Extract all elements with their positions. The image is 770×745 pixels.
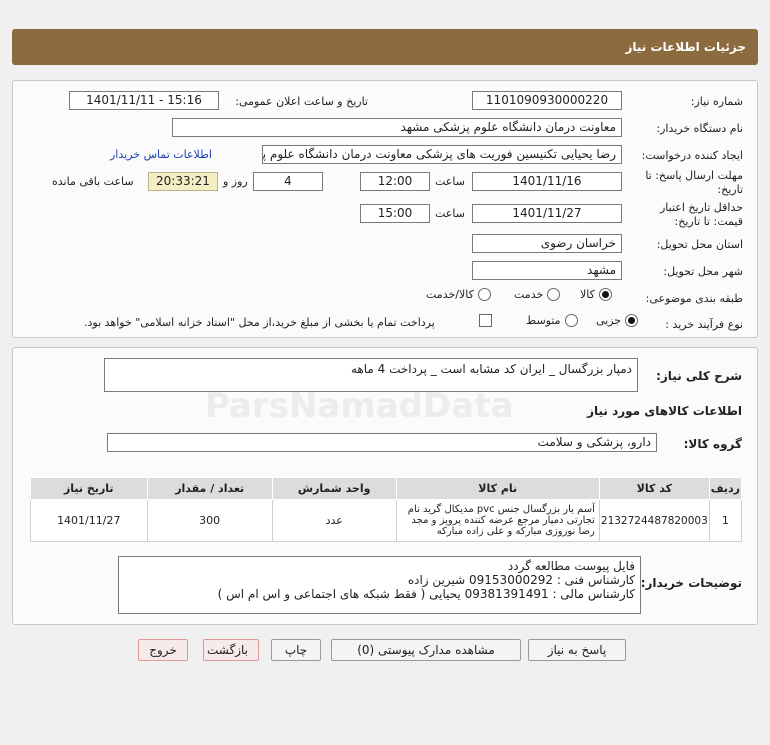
validity-date-field: 1401/11/27 — [472, 204, 622, 223]
need-description-label: شرح کلی نیاز: — [656, 369, 742, 383]
category-option-goods-service[interactable]: کالا/خدمت — [426, 288, 491, 301]
deadline-time-field: 12:00 — [360, 172, 430, 191]
goods-group-label: گروه کالا: — [683, 437, 742, 451]
reply-to-need-button[interactable]: پاسخ به نیاز — [528, 639, 626, 661]
radio-icon[interactable] — [564, 314, 578, 327]
need-description-field: دمپار بزرگسال _ ایران کد مشابه است _ پرد… — [104, 358, 638, 392]
notes-line: کارشناس فنی : 09153000292 شیرین زاده — [407, 573, 635, 587]
treasury-checkbox[interactable] — [479, 314, 492, 327]
remaining-time-field: 20:33:21 — [148, 172, 218, 191]
category-option-label: کالا/خدمت — [426, 288, 474, 301]
category-option-service[interactable]: خدمت — [514, 288, 561, 301]
cell-name: آسم یار بزرگسال جنس pvc مدیکال گرید نام … — [395, 499, 600, 542]
notes-line: کارشناس مالی : 09381391491 یحیایی ( فقط … — [217, 587, 635, 601]
cell-date: 1401/11/27 — [30, 499, 148, 542]
radio-selected-icon[interactable] — [598, 288, 612, 301]
col-qty: تعداد / مقدار — [146, 477, 273, 500]
radio-icon[interactable] — [477, 288, 491, 301]
page-title: جزئیات اطلاعات نیاز — [625, 40, 746, 54]
province-field: خراسان رضوی — [472, 234, 622, 253]
category-option-label: خدمت — [514, 288, 544, 301]
buyer-notes-field: فایل پیوست مطالعه گردد کارشناس فنی : 091… — [118, 556, 641, 614]
cell-row: 1 — [708, 499, 743, 542]
radio-icon[interactable] — [547, 288, 561, 301]
table-header-row: ردیف کد کالا نام کالا واحد شمارش تعداد /… — [30, 477, 743, 500]
creator-label: ایجاد کننده درخواست: — [641, 149, 743, 162]
col-unit: واحد شمارش — [271, 477, 397, 500]
col-date: تاریخ نیاز — [30, 477, 148, 500]
announce-label: تاریخ و ساعت اعلان عمومی: — [235, 95, 368, 108]
validity-label-1: حداقل تاریخ اعتبار — [659, 201, 743, 214]
cell-unit: عدد — [271, 499, 397, 542]
city-field: مشهد — [472, 261, 622, 280]
days-label: روز و — [223, 175, 248, 188]
print-button[interactable]: چاپ — [271, 639, 321, 661]
deadline-label-2: تاریخ: — [717, 183, 743, 196]
cell-code: 2132724487820003 — [598, 499, 710, 542]
city-label: شهر محل تحویل: — [663, 265, 743, 278]
view-attachments-button[interactable]: مشاهده مدارک پیوستی (0) — [331, 639, 521, 661]
category-label: طبقه بندی موضوعی: — [645, 292, 743, 305]
days-field: 4 — [253, 172, 323, 191]
col-name: نام کالا — [395, 477, 600, 500]
col-code: کد کالا — [598, 477, 710, 500]
buyer-field: معاونت درمان دانشگاه علوم پزشکی مشهد — [172, 118, 622, 137]
process-label: نوع فرآیند خرید : — [665, 318, 743, 331]
deadline-date-field: 1401/11/16 — [472, 172, 622, 191]
goods-group-field: دارو، پزشکی و سلامت — [107, 433, 657, 452]
remaining-label: ساعت باقی مانده — [52, 175, 134, 188]
deadline-label-1: مهلت ارسال پاسخ: تا — [645, 169, 743, 182]
buyer-notes-label: توضیحات خریدار: — [640, 576, 742, 590]
announce-field: 1401/11/11 - 15:16 — [69, 91, 219, 110]
table-row: 1 2132724487820003 آسم یار بزرگسال جنس p… — [30, 499, 743, 542]
back-button[interactable]: بازگشت — [203, 639, 259, 661]
radio-selected-icon[interactable] — [625, 314, 639, 327]
process-option-medium[interactable]: متوسط — [526, 314, 578, 327]
cell-qty: 300 — [146, 499, 273, 542]
goods-table: ردیف کد کالا نام کالا واحد شمارش تعداد /… — [30, 477, 743, 542]
province-label: استان محل تحویل: — [656, 238, 743, 251]
deadline-time-label: ساعت — [435, 175, 465, 188]
buyer-label: نام دستگاه خریدار: — [656, 122, 743, 135]
notes-line: فایل پیوست مطالعه گردد — [507, 559, 635, 573]
validity-label-2: قیمت: تا تاریخ: — [674, 215, 743, 228]
buyer-contact-link[interactable]: اطلاعات تماس خریدار — [110, 148, 212, 161]
col-row: ردیف — [708, 477, 743, 500]
category-option-label: کالا — [580, 288, 595, 301]
payment-note: پرداخت تمام یا بخشی از مبلغ خرید،از محل … — [84, 316, 435, 329]
validity-time-label: ساعت — [435, 207, 465, 220]
need-number-field: 1101090930000220 — [472, 91, 622, 110]
page-header: جزئیات اطلاعات نیاز — [12, 29, 758, 65]
process-option-minor[interactable]: جزیی — [596, 314, 639, 327]
exit-button[interactable]: خروج — [138, 639, 188, 661]
process-option-label: متوسط — [526, 314, 561, 327]
need-number-label: شماره نیاز: — [690, 95, 743, 108]
process-option-label: جزیی — [596, 314, 622, 327]
goods-info-title: اطلاعات کالاهای مورد نیاز — [587, 404, 742, 418]
validity-time-field: 15:00 — [360, 204, 430, 223]
creator-field: رضا یحیایی تکنیسین فوریت های پزشکی معاون… — [262, 145, 622, 164]
category-option-goods[interactable]: کالا — [580, 288, 612, 301]
